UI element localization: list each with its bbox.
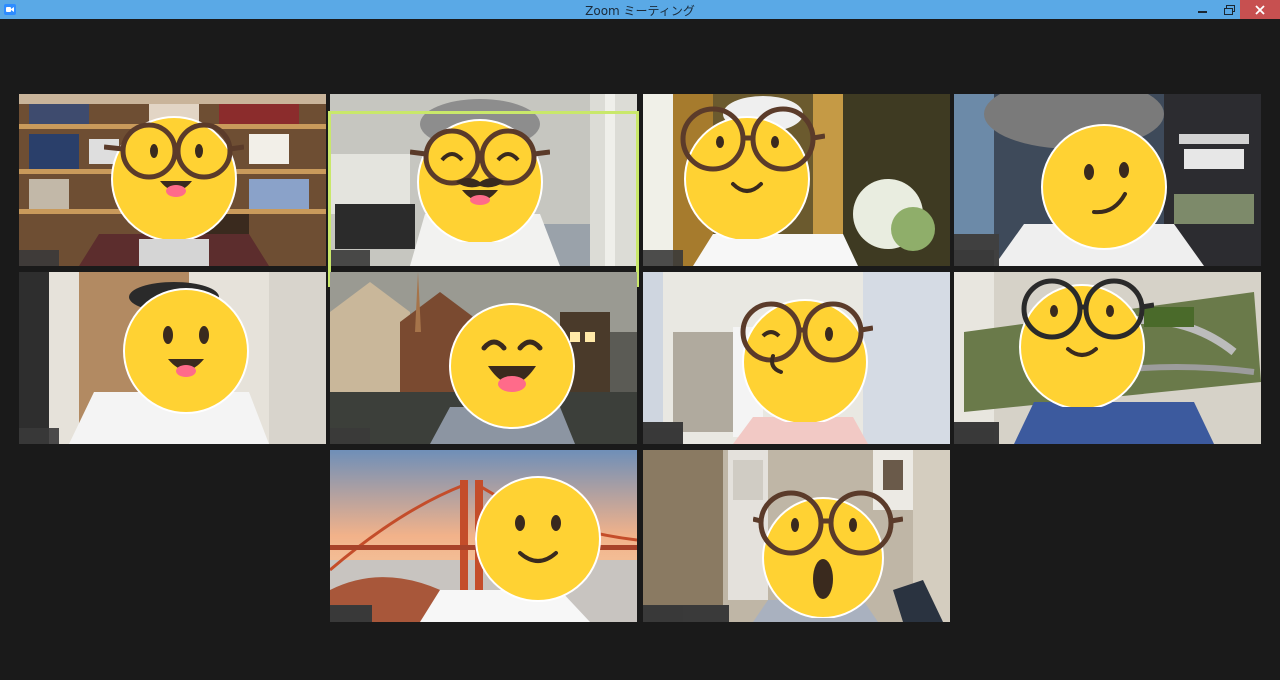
participant-tile-7[interactable]: [643, 272, 950, 444]
participant-tile-4[interactable]: [954, 94, 1261, 266]
participant-name-label: [954, 250, 994, 266]
grin-glasses-emoji-icon: [104, 116, 244, 239]
close-icon: [1255, 4, 1265, 15]
participant-tile-8[interactable]: [954, 272, 1261, 444]
close-button[interactable]: [1240, 0, 1280, 19]
video-gallery: [0, 19, 1280, 680]
laugh-glasses-mustache-emoji-icon: [410, 119, 550, 242]
surprised-glasses-emoji-icon: [753, 490, 903, 618]
smirk-emoji-icon: [1041, 124, 1167, 250]
window-title: Zoom ミーティング: [585, 4, 695, 18]
participant-tile-9[interactable]: [330, 450, 637, 622]
maximize-icon: [1223, 4, 1235, 15]
participant-tile-1[interactable]: [19, 94, 326, 266]
participant-name-label: [330, 606, 370, 622]
participant-tile-5[interactable]: [19, 272, 326, 444]
participant-name-label: [19, 250, 59, 266]
participant-tile-3[interactable]: [643, 94, 950, 266]
participant-tile-10[interactable]: [643, 450, 950, 622]
participant-name-label: [330, 250, 370, 266]
participant-tile-2[interactable]: [330, 94, 637, 266]
participant-name-label: [954, 428, 994, 444]
participant-name-label: [330, 428, 370, 444]
smile-glasses-emoji-icon: [1019, 278, 1154, 407]
maximize-button[interactable]: [1216, 0, 1242, 19]
participant-name-label: [643, 428, 683, 444]
participant-name-label: [19, 428, 59, 444]
laugh-emoji-icon: [449, 303, 575, 429]
minimize-icon: [1198, 10, 1207, 13]
wink-glasses-emoji-icon: [740, 299, 873, 422]
participant-name-label: [643, 606, 683, 622]
participant-name-label: [643, 250, 683, 266]
minimize-button[interactable]: [1190, 0, 1216, 19]
smile-glasses-emoji-icon: [680, 106, 825, 239]
title-bar: Zoom ミーティング: [0, 0, 1280, 19]
grin-emoji-icon: [123, 288, 249, 414]
participant-tile-6[interactable]: [330, 272, 637, 444]
smile-emoji-icon: [475, 476, 601, 602]
